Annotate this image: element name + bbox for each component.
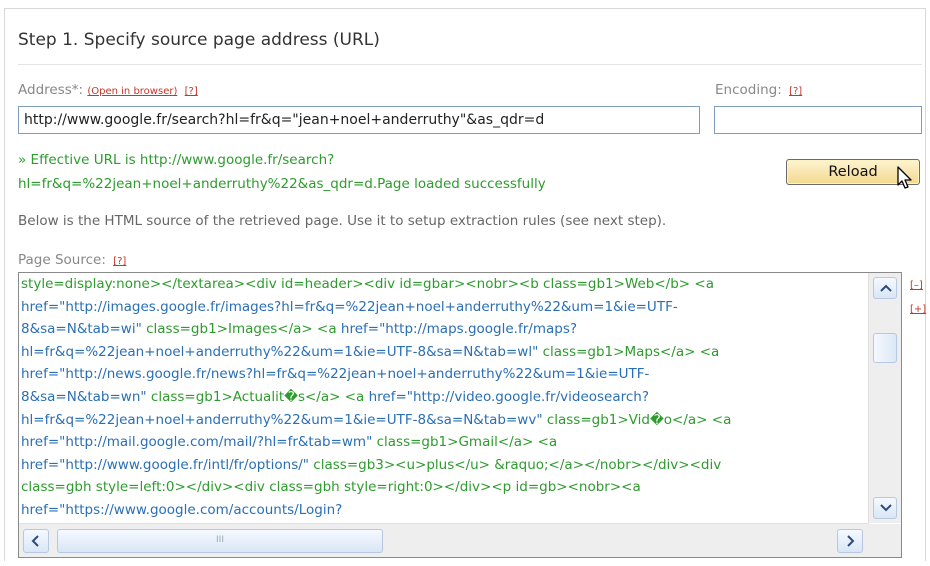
page-source-label: Page Source:: [18, 252, 106, 268]
source-line: hl=fr&q=%22jean+noel+anderruthy%22&um=1&…: [21, 409, 871, 432]
encoding-help-link[interactable]: [?]: [789, 86, 802, 97]
step-title: Step 1. Specify source page address (URL…: [18, 30, 380, 50]
scroll-right-arrow-icon[interactable]: [837, 529, 863, 553]
source-line: class=gbh style=left:0></div><div class=…: [21, 476, 871, 499]
page-source-label-row: Page Source: [?]: [18, 252, 126, 268]
encoding-input[interactable]: [714, 106, 922, 134]
horizontal-scrollbar[interactable]: III: [19, 523, 869, 557]
source-attr: hl=fr&q=%22jean+noel+anderruthy%22&um=1&…: [21, 343, 539, 360]
source-attr: href="http://news.google.fr/news?hl=fr&q…: [21, 366, 650, 383]
source-line: 8&sa=N&tab=wi" class=gb1>Images</a> <a h…: [21, 318, 871, 341]
scroll-left-arrow-icon[interactable]: [23, 529, 49, 553]
source-text: class=gb3><u>plus</u> &raquo;</a></nobr>…: [309, 456, 722, 473]
encoding-label-row: Encoding: [?]: [715, 82, 802, 98]
source-attr: 8&sa=N&tab=wn": [21, 388, 147, 405]
source-attr: href="http://video.google.fr/videosearch…: [368, 388, 650, 405]
address-input[interactable]: http://www.google.fr/search?hl=fr&q="jea…: [18, 106, 700, 134]
source-line: hl=fr&q=%22jean+noel+anderruthy%22&um=1&…: [21, 341, 871, 364]
source-line: style=display:none></textarea><div id=he…: [21, 273, 871, 296]
open-in-browser-link[interactable]: (Open in browser): [87, 86, 177, 97]
source-line: href="http://mail.google.com/mail/?hl=fr…: [21, 431, 871, 454]
effective-url-line-2: hl=fr&q=%22jean+noel+anderruthy%22&as_qd…: [18, 176, 546, 192]
source-attr: hl=fr&q=%22jean+noel+anderruthy%22&um=1&…: [21, 411, 543, 428]
source-attr: href="https://www.google.com/accounts/Lo…: [21, 501, 343, 518]
pointer-cursor-icon: [897, 166, 912, 189]
source-attr: href="http://mail.google.com/mail/?hl=fr…: [21, 434, 373, 451]
scroll-up-arrow-icon[interactable]: [873, 277, 897, 299]
source-line: 8&sa=N&tab=wn" class=gb1>Actualit�s</a> …: [21, 386, 871, 409]
address-label-row: Address*: (Open in browser) [?]: [18, 82, 198, 98]
source-text: class=gb1>Maps</a> <a: [538, 343, 720, 360]
page-source-help-link[interactable]: [?]: [113, 256, 126, 267]
scrollbar-corner: [869, 524, 901, 557]
horizontal-scroll-thumb[interactable]: III: [57, 529, 383, 553]
collapse-source-link[interactable]: [–]: [910, 280, 923, 291]
source-description: Below is the HTML source of the retrieve…: [18, 213, 667, 229]
source-text: style=display:none></textarea><div id=he…: [21, 276, 714, 292]
source-text: class=gb1>Actualit�s</a> <a: [146, 388, 369, 405]
source-text: class=gb1>Gmail</a> <a: [372, 434, 558, 451]
source-attr: href="http://maps.google.fr/maps?: [340, 321, 578, 338]
encoding-label: Encoding:: [715, 82, 782, 98]
source-attr: 8&sa=N&tab=wi": [21, 321, 142, 338]
page-source-content[interactable]: style=display:none></textarea><div id=he…: [21, 273, 871, 523]
divider: [18, 64, 922, 65]
source-attr: href="http://images.google.fr/images?hl=…: [21, 298, 678, 315]
page-source-textarea[interactable]: style=display:none></textarea><div id=he…: [18, 272, 902, 558]
address-label: Address*:: [18, 82, 84, 98]
source-line: href="https://www.google.com/accounts/Lo…: [21, 499, 871, 522]
address-help-link[interactable]: [?]: [185, 86, 198, 97]
source-text: class=gb1>Images</a> <a: [141, 321, 341, 338]
source-line: href="http://news.google.fr/news?hl=fr&q…: [21, 363, 871, 386]
effective-url-message: » Effective URL is http://www.google.fr/…: [18, 148, 718, 196]
effective-url-line-1: » Effective URL is http://www.google.fr/…: [18, 152, 335, 168]
vertical-scrollbar[interactable]: [868, 273, 901, 523]
source-line: href="http://www.google.fr/intl/fr/optio…: [21, 454, 871, 477]
vertical-scroll-thumb[interactable]: [873, 333, 897, 363]
expand-source-link[interactable]: [+]: [910, 304, 926, 315]
scroll-down-arrow-icon[interactable]: [873, 497, 897, 519]
source-attr: href="http://www.google.fr/intl/fr/optio…: [21, 456, 310, 473]
source-line: href="http://images.google.fr/images?hl=…: [21, 296, 871, 319]
source-text: class=gb1>Vid�o</a> <a: [542, 411, 732, 428]
source-text: class=gbh style=left:0></div><div class=…: [21, 479, 641, 496]
